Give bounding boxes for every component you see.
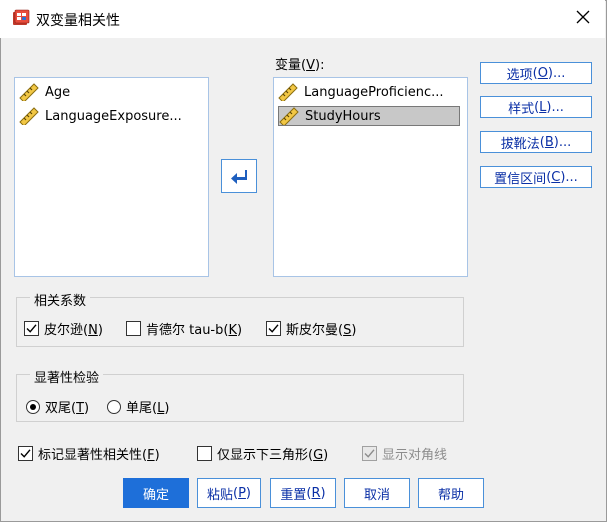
paste-button-mnemonic: P xyxy=(238,485,246,501)
correlation-group-title: 相关系数 xyxy=(30,290,91,309)
variables-label-text: 变量 xyxy=(275,58,302,73)
check-icon xyxy=(26,324,37,333)
lower-triangle-label: 仅显示下三角形(G) xyxy=(217,448,329,463)
confidence-interval-button-label: 置信区间 xyxy=(494,171,547,187)
paste-button-label: 粘贴 xyxy=(206,487,233,503)
variables-label: 变量(V): xyxy=(275,58,325,73)
show-diagonal-option: 显示对角线 xyxy=(362,444,447,463)
variables-label-suffix: : xyxy=(320,58,325,73)
ok-button-label: 确定 xyxy=(142,487,169,503)
two-tailed-radio[interactable] xyxy=(26,399,40,414)
variables-list[interactable]: LanguageProficienc... StudyHours xyxy=(273,77,468,277)
one-tailed-mnemonic: L xyxy=(157,401,165,416)
flag-significant-checkbox[interactable] xyxy=(18,446,33,461)
spearman-label: 斯皮尔曼(S) xyxy=(286,323,357,338)
one-tailed-radio[interactable] xyxy=(107,399,121,414)
pearson-checkbox[interactable] xyxy=(24,321,39,336)
significance-group-title: 显著性检验 xyxy=(30,367,104,386)
dialog-title: 双变量相关性 xyxy=(36,13,120,29)
bootstrap-button-mnemonic: B xyxy=(544,134,554,150)
check-icon xyxy=(268,324,279,333)
kendall-option[interactable]: 肯德尔 tau-b(K) xyxy=(126,319,242,338)
list-item-label: Age xyxy=(45,84,71,100)
check-icon xyxy=(20,449,31,458)
list-item[interactable]: Age xyxy=(19,82,70,102)
ruler-scale-icon xyxy=(19,107,39,125)
bootstrap-button-suffix: ... xyxy=(558,134,572,150)
options-button-label: 选项 xyxy=(506,67,533,83)
close-icon xyxy=(576,10,590,28)
lower-triangle-option[interactable]: 仅显示下三角形(G) xyxy=(197,444,328,463)
help-button[interactable]: 帮助 xyxy=(418,478,484,508)
show-diagonal-label: 显示对角线 xyxy=(382,448,448,463)
spearman-checkbox[interactable] xyxy=(266,321,281,336)
cancel-button[interactable]: 取消 xyxy=(344,478,410,508)
lower-triangle-label-text: 仅显示下三角形 xyxy=(217,448,309,463)
two-tailed-option[interactable]: 双尾(T) xyxy=(26,397,89,416)
check-icon xyxy=(364,449,375,458)
paste-button[interactable]: 粘贴(P) xyxy=(197,478,261,508)
pearson-option[interactable]: 皮尔逊(N) xyxy=(24,319,103,338)
kendall-checkbox[interactable] xyxy=(126,321,141,336)
confidence-interval-button-mnemonic: C xyxy=(551,169,561,185)
one-tailed-option[interactable]: 单尾(L) xyxy=(107,397,169,416)
lower-triangle-mnemonic: G xyxy=(313,448,324,463)
spss-dialog-icon xyxy=(12,9,30,27)
flag-significant-mnemonic: F xyxy=(147,448,155,463)
two-tailed-label-text: 双尾 xyxy=(45,401,72,416)
options-button-mnemonic: O xyxy=(537,65,548,81)
variables-mnemonic: V xyxy=(306,58,315,73)
radio-selected-dot xyxy=(30,403,36,410)
close-button[interactable] xyxy=(568,6,598,32)
list-item-selected[interactable]: StudyHours xyxy=(278,106,460,126)
source-variable-list[interactable]: Age LanguageExposure... xyxy=(14,77,209,277)
pearson-label-text: 皮尔逊 xyxy=(44,323,84,338)
style-button[interactable]: 样式(L)... xyxy=(480,96,592,118)
move-variable-button[interactable] xyxy=(221,159,257,193)
pearson-label: 皮尔逊(N) xyxy=(44,323,103,338)
options-button-suffix: ... xyxy=(553,65,566,81)
reset-button-label: 重置 xyxy=(280,487,307,503)
kendall-mnemonic: K xyxy=(228,323,237,338)
flag-significant-label-text: 标记显著性相关性 xyxy=(38,448,143,463)
bootstrap-button[interactable]: 拔靴法(B)... xyxy=(480,131,592,153)
confidence-interval-button[interactable]: 置信区间(C)... xyxy=(480,166,592,188)
lower-triangle-checkbox[interactable] xyxy=(197,446,212,461)
reset-button-mnemonic: R xyxy=(311,485,321,501)
list-item-label: LanguageExposure... xyxy=(45,108,182,124)
bootstrap-button-label: 拔靴法 xyxy=(500,136,540,152)
options-button[interactable]: 选项(O)... xyxy=(480,62,592,84)
spearman-option[interactable]: 斯皮尔曼(S) xyxy=(266,319,356,338)
list-item-label: StudyHours xyxy=(305,108,381,124)
ruler-scale-icon xyxy=(279,107,299,125)
list-item[interactable]: LanguageExposure... xyxy=(19,106,182,126)
list-item-label: LanguageProficienc... xyxy=(304,84,444,100)
two-tailed-mnemonic: T xyxy=(76,401,85,416)
help-button-label: 帮助 xyxy=(437,487,464,503)
style-button-label: 样式 xyxy=(508,101,535,117)
one-tailed-label-text: 单尾 xyxy=(126,401,153,416)
ruler-scale-icon xyxy=(19,83,39,101)
kendall-label-text: 肯德尔 tau-b xyxy=(146,323,224,338)
flag-significant-option[interactable]: 标记显著性相关性(F) xyxy=(18,444,160,463)
kendall-label: 肯德尔 tau-b(K) xyxy=(146,323,243,338)
ruler-scale-icon xyxy=(278,83,298,101)
cancel-button-label: 取消 xyxy=(363,487,390,503)
spearman-mnemonic: S xyxy=(343,323,352,338)
one-tailed-label: 单尾(L) xyxy=(126,401,170,416)
pearson-mnemonic: N xyxy=(88,323,98,338)
arrow-left-icon xyxy=(231,170,247,184)
ok-button[interactable]: 确定 xyxy=(123,478,189,508)
style-button-suffix: ... xyxy=(551,99,564,115)
show-diagonal-checkbox xyxy=(362,446,377,461)
flag-significant-label: 标记显著性相关性(F) xyxy=(38,448,160,463)
reset-button[interactable]: 重置(R) xyxy=(270,478,336,508)
two-tailed-label: 双尾(T) xyxy=(45,401,90,416)
list-item[interactable]: LanguageProficienc... xyxy=(278,82,444,102)
confidence-interval-button-suffix: ... xyxy=(565,169,578,185)
style-button-mnemonic: L xyxy=(539,99,547,115)
spearman-label-text: 斯皮尔曼 xyxy=(286,323,339,338)
